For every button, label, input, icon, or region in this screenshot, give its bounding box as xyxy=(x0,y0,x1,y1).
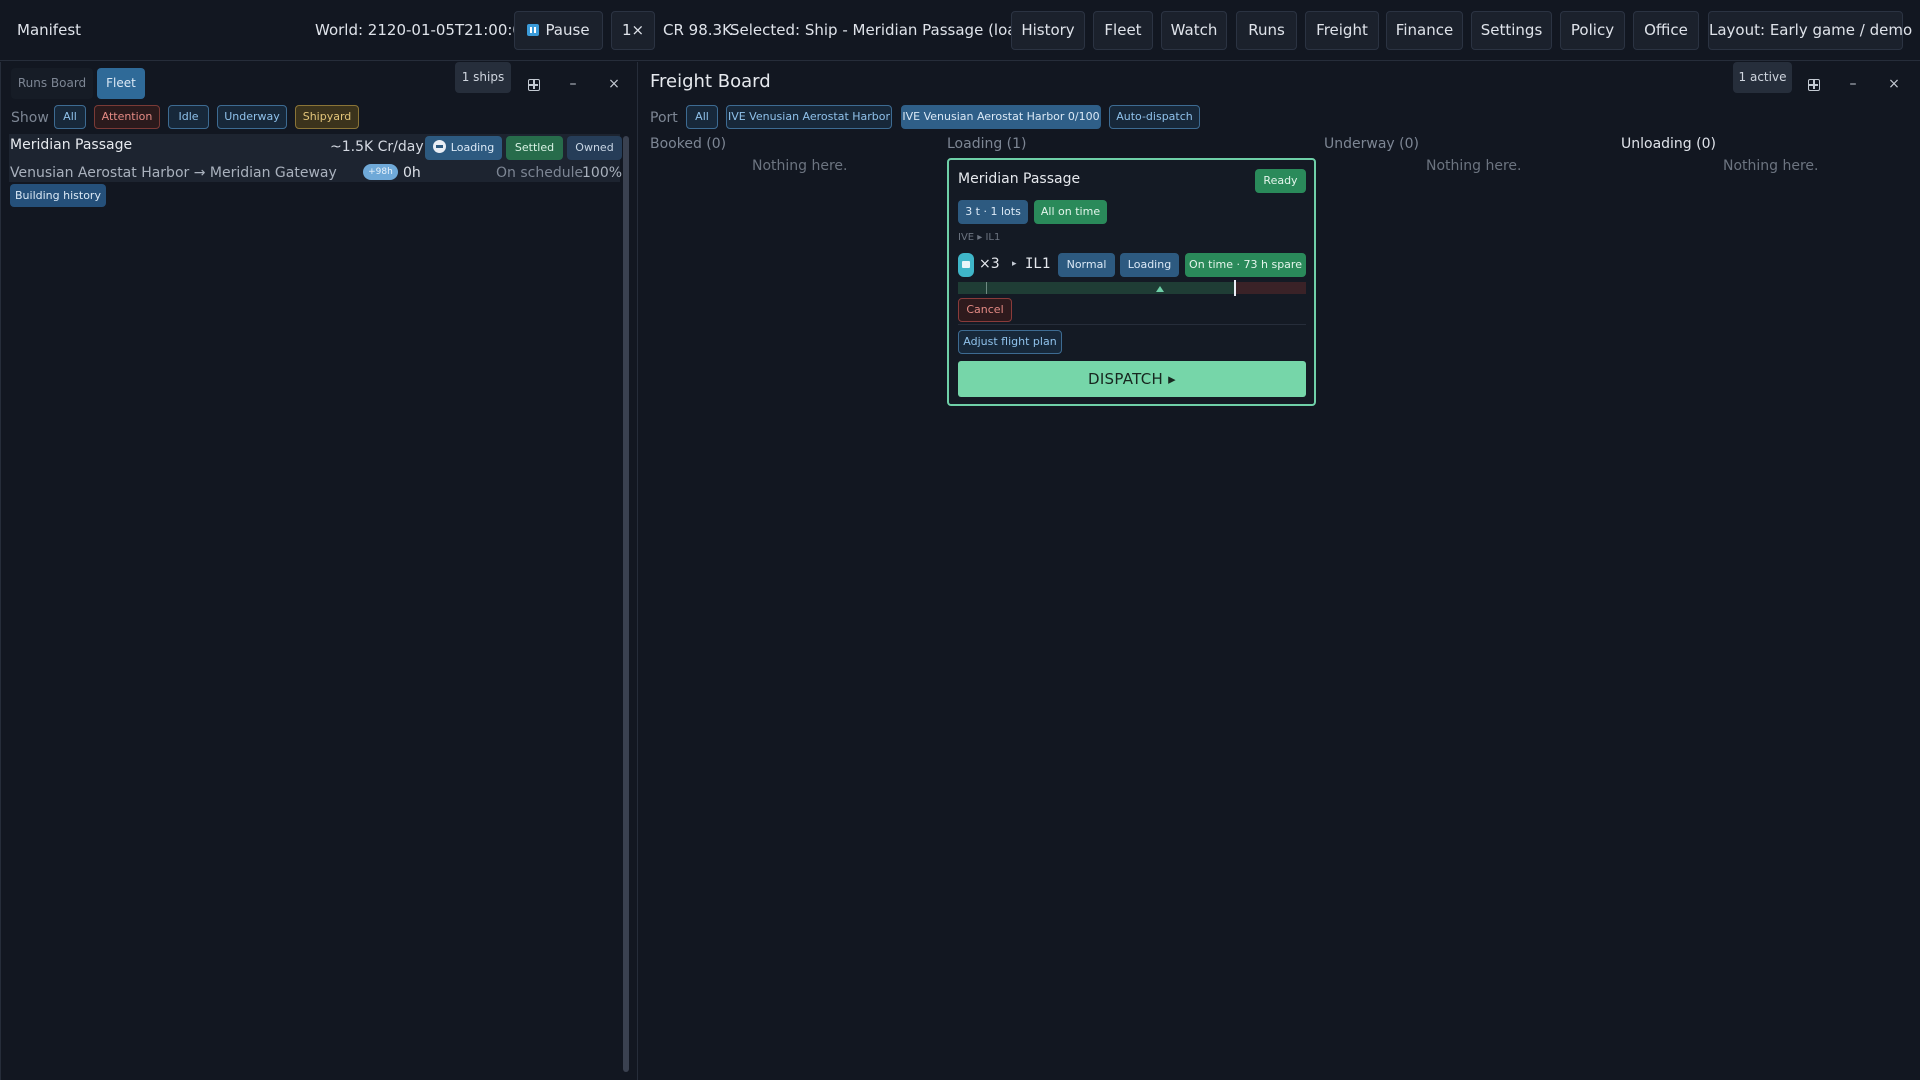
filter-all[interactable]: All xyxy=(54,105,86,129)
app-title: Manifest xyxy=(17,21,82,39)
pause-button[interactable]: Pause xyxy=(514,11,603,50)
filter-shipyard[interactable]: Shipyard xyxy=(295,105,359,129)
fleet-panel: Runs Board Fleet 1 ships – × Show All At… xyxy=(0,62,638,1080)
nav-watch-button[interactable]: Watch xyxy=(1161,11,1227,50)
cargo-destination: IL1 xyxy=(1025,256,1051,272)
ship-status-label: Loading xyxy=(450,141,495,154)
nav-runs-button[interactable]: Runs xyxy=(1236,11,1297,50)
show-label: Show xyxy=(11,110,49,126)
ship-progress: 100% xyxy=(582,165,623,181)
owned-badge: Owned xyxy=(567,136,622,160)
ships-count-badge: 1 ships xyxy=(455,62,511,93)
eta-badge: +98h xyxy=(363,164,398,180)
nav-history-button[interactable]: History xyxy=(1011,11,1085,50)
speed-button[interactable]: 1× xyxy=(611,11,655,50)
ship-name: Meridian Passage xyxy=(10,137,133,153)
auto-dispatch-toggle[interactable]: Auto-dispatch xyxy=(1109,105,1200,129)
grid-icon[interactable] xyxy=(528,79,540,91)
port-filter-ive-capacity[interactable]: IVE Venusian Aerostat Harbor 0/100 xyxy=(901,105,1101,129)
dispatch-button[interactable]: DISPATCH ▸ xyxy=(958,361,1306,397)
pause-icon xyxy=(527,24,540,36)
cargo-quantity: ×3 xyxy=(979,256,1000,272)
card-title: Meridian Passage xyxy=(958,171,1081,187)
schedule-timeline xyxy=(958,280,1306,296)
cancel-button[interactable]: Cancel xyxy=(958,298,1012,322)
column-booked: Booked (0) xyxy=(650,136,727,152)
nav-freight-button[interactable]: Freight xyxy=(1305,11,1379,50)
arrow-icon: ▸ xyxy=(1012,259,1017,269)
board-minimize-icon[interactable]: – xyxy=(1845,76,1861,92)
loading-icon xyxy=(432,140,446,153)
nav-fleet-button[interactable]: Fleet xyxy=(1093,11,1153,50)
unloading-empty: Nothing here. xyxy=(1723,158,1819,174)
cargo-icon xyxy=(958,253,974,277)
lots-badge: 3 t · 1 lots xyxy=(958,200,1028,224)
filter-underway[interactable]: Underway xyxy=(217,105,287,129)
close-icon[interactable]: × xyxy=(606,76,622,92)
pause-label: Pause xyxy=(545,21,590,39)
layout-select[interactable]: Layout: Early game / demo xyxy=(1708,11,1912,50)
active-count-badge: 1 active xyxy=(1733,62,1792,93)
booked-empty: Nothing here. xyxy=(752,158,848,174)
filter-attention[interactable]: Attention xyxy=(94,105,160,129)
freight-board-title: Freight Board xyxy=(650,71,771,92)
filter-idle[interactable]: Idle xyxy=(168,105,209,129)
column-unloading: Unloading (0) xyxy=(1621,136,1716,152)
settled-badge: Settled xyxy=(506,136,563,160)
underway-empty: Nothing here. xyxy=(1426,158,1522,174)
ship-schedule: On schedule xyxy=(496,165,584,181)
fleet-scrollbar[interactable] xyxy=(623,136,629,1072)
freight-card[interactable]: Meridian Passage Ready 3 t · 1 lots All … xyxy=(947,158,1316,406)
adjust-flight-plan-button[interactable]: Adjust flight plan xyxy=(958,330,1062,354)
board-close-icon[interactable]: × xyxy=(1886,76,1902,92)
board-grid-icon[interactable] xyxy=(1808,79,1820,91)
card-route: IVE ▸ IL1 xyxy=(958,232,1001,243)
card-divider xyxy=(958,324,1306,325)
freight-board-panel: Freight Board 1 active – × Port All IVE … xyxy=(640,62,1920,1080)
timeline-late-zone xyxy=(1234,282,1306,294)
building-history-button[interactable]: Building history xyxy=(10,184,106,207)
selected-readout: Selected: Ship - Meridian Passage (loadi… xyxy=(730,21,1056,39)
nav-office-button[interactable]: Office xyxy=(1633,11,1699,50)
nav-finance-button[interactable]: Finance xyxy=(1386,11,1463,50)
timeline-eta-marker xyxy=(1156,286,1164,292)
column-underway: Underway (0) xyxy=(1324,136,1419,152)
ready-badge: Ready xyxy=(1255,169,1306,193)
ship-elapsed: 0h xyxy=(403,165,421,181)
timeline-tick xyxy=(986,282,987,294)
ship-status-badge: Loading xyxy=(425,136,502,160)
port-label: Port xyxy=(650,110,678,126)
nav-settings-button[interactable]: Settings xyxy=(1471,11,1552,50)
priority-badge: Normal xyxy=(1058,253,1115,277)
tab-fleet[interactable]: Fleet xyxy=(97,68,145,99)
state-badge: Loading xyxy=(1120,253,1179,277)
port-filter-ive[interactable]: IVE Venusian Aerostat Harbor xyxy=(726,105,892,129)
on-time-badge: All on time xyxy=(1034,200,1107,224)
ship-rate: ~1.5K Cr/day xyxy=(330,139,424,155)
spare-time-badge: On time · 73 h spare xyxy=(1185,253,1306,277)
timeline-deadline-marker xyxy=(1234,280,1236,296)
credits-readout: CR 98.3K xyxy=(663,21,732,39)
port-filter-all[interactable]: All xyxy=(686,105,718,129)
nav-policy-button[interactable]: Policy xyxy=(1560,11,1625,50)
world-time: World: 2120-01-05T21:00:00 xyxy=(315,21,532,39)
tab-runs-board[interactable]: Runs Board xyxy=(11,68,93,99)
minimize-icon[interactable]: – xyxy=(565,76,581,92)
top-bar: Manifest World: 2120-01-05T21:00:00 Paus… xyxy=(0,0,1920,61)
column-loading: Loading (1) xyxy=(947,136,1027,152)
ship-route: Venusian Aerostat Harbor → Meridian Gate… xyxy=(10,165,337,181)
